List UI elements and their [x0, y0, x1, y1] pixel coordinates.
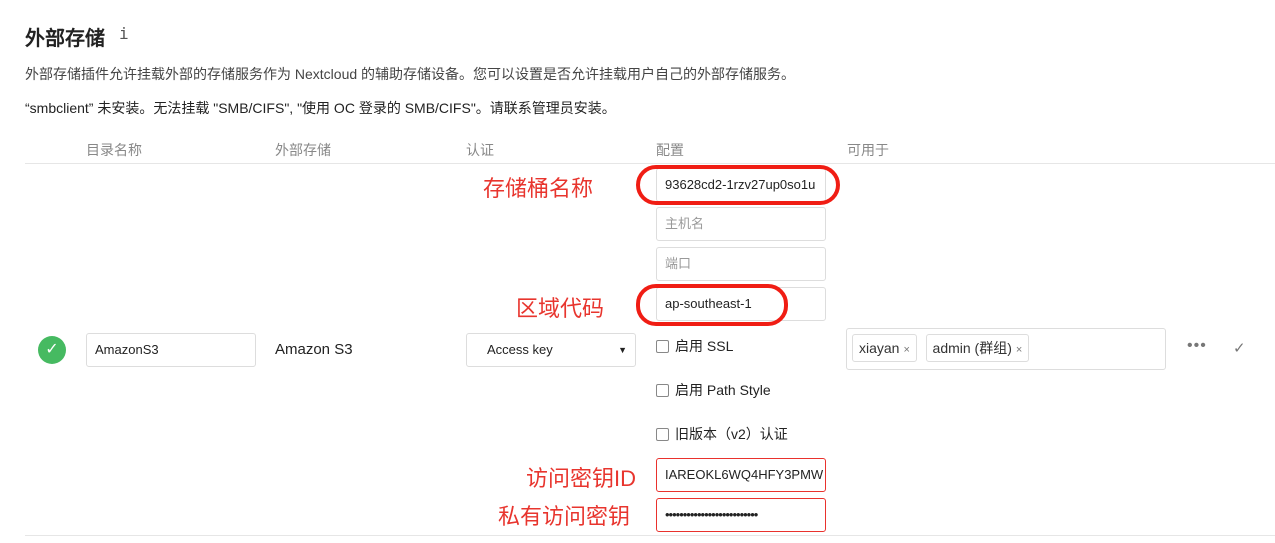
save-check-icon[interactable]: ✓ — [1233, 339, 1246, 357]
checkbox-label: 启用 SSL — [675, 338, 734, 354]
status-ok-icon: ✓ — [38, 336, 66, 364]
auth-select-value: Access key — [487, 342, 553, 357]
folder-name-input[interactable]: AmazonS3 — [86, 333, 256, 367]
user-tag: xiayan × — [852, 334, 917, 362]
annotation-secret-key: 私有访问密钥 — [498, 504, 631, 529]
path-style-checkbox[interactable]: 启用 Path Style — [656, 380, 771, 400]
available-for-input[interactable]: xiayan × admin (群组) × — [846, 328, 1166, 370]
enable-ssl-checkbox[interactable]: 启用 SSL — [656, 336, 733, 356]
port-input[interactable]: 端口 — [656, 247, 826, 281]
legacy-auth-checkbox[interactable]: 旧版本（v2）认证 — [656, 424, 788, 444]
page-title: 外部存储 — [25, 28, 105, 50]
header-external-storage: 外部存储 — [275, 142, 331, 158]
warning: “smbclient” 未安装。无法挂载 "SMB/CIFS", "使用 OC … — [25, 100, 616, 116]
tag-label: admin (群组) — [932, 340, 1012, 356]
annotation-region: 区域代码 — [516, 296, 605, 321]
header-authentication: 认证 — [466, 142, 494, 158]
group-tag: admin (群组) × — [925, 334, 1030, 362]
backend-name: Amazon S3 — [275, 341, 353, 358]
chevron-down-icon: ▼ — [618, 345, 627, 355]
header-configuration: 配置 — [656, 142, 684, 158]
annotation-ellipse — [636, 165, 840, 205]
tag-label: xiayan — [859, 340, 900, 356]
divider — [25, 163, 1275, 164]
annotation-access-key: 访问密钥ID — [526, 466, 637, 491]
annotation-ellipse — [636, 284, 788, 326]
auth-select[interactable]: Access key ▼ — [466, 333, 636, 367]
checkbox-icon — [656, 339, 669, 353]
checkbox-icon — [656, 383, 669, 397]
hostname-input[interactable]: 主机名 — [656, 207, 826, 241]
header-folder-name: 目录名称 — [86, 142, 142, 158]
remove-icon[interactable]: × — [903, 344, 909, 356]
remove-icon[interactable]: × — [1016, 344, 1022, 356]
info-icon[interactable]: i — [119, 24, 129, 43]
divider — [25, 535, 1275, 536]
description: 外部存储插件允许挂载外部的存储服务作为 Nextcloud 的辅助存储设备。您可… — [25, 66, 796, 82]
secret-key-input[interactable]: •••••••••••••••••••••••••• — [656, 498, 826, 532]
checkbox-label: 旧版本（v2）认证 — [675, 426, 788, 442]
checkbox-icon — [656, 427, 669, 441]
checkbox-label: 启用 Path Style — [675, 382, 771, 398]
header-available-for: 可用于 — [847, 142, 889, 158]
annotation-bucket: 存储桶名称 — [483, 176, 594, 201]
more-options-icon[interactable]: ••• — [1187, 337, 1207, 355]
access-key-input[interactable]: IAREOKL6WQ4HFY3PMW — [656, 458, 826, 492]
